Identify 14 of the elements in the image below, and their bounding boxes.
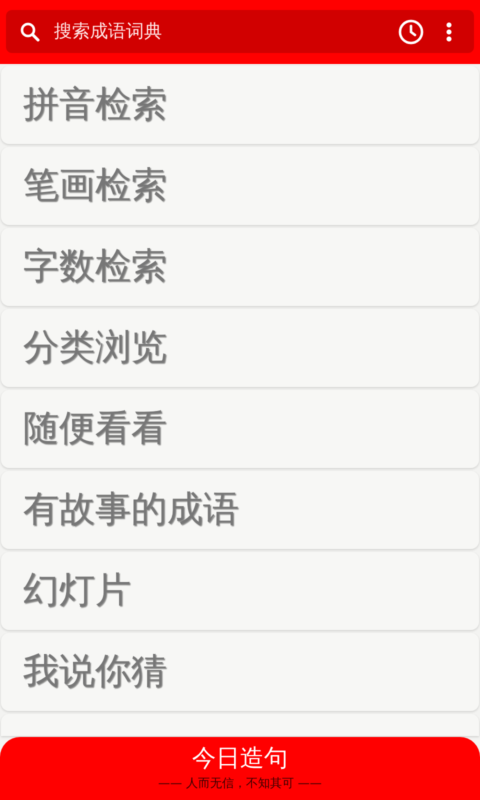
menu-item[interactable]: 幻灯片 bbox=[1, 552, 479, 630]
more-icon[interactable] bbox=[446, 22, 452, 42]
daily-sentence-subtitle: —— 人而无信，不知其可 —— bbox=[158, 775, 322, 792]
menu-item[interactable]: 拼音检索 bbox=[1, 66, 479, 144]
menu-item[interactable]: 随便看看 bbox=[1, 390, 479, 468]
daily-sentence-title: 今日造句 bbox=[192, 743, 288, 774]
daily-sentence-panel[interactable]: 今日造句 —— 人而无信，不知其可 —— bbox=[0, 737, 480, 800]
search-field[interactable]: 搜索成语词典 bbox=[6, 10, 474, 53]
menu-item[interactable]: 字数检索 bbox=[1, 228, 479, 306]
clock-icon[interactable] bbox=[398, 18, 424, 44]
menu-item[interactable]: 分类浏览 bbox=[1, 309, 479, 387]
menu-item[interactable]: 笔画检索 bbox=[1, 147, 479, 225]
menu-item[interactable]: 我说你猜 bbox=[1, 633, 479, 711]
menu-item[interactable]: 有故事的成语 bbox=[1, 471, 479, 549]
